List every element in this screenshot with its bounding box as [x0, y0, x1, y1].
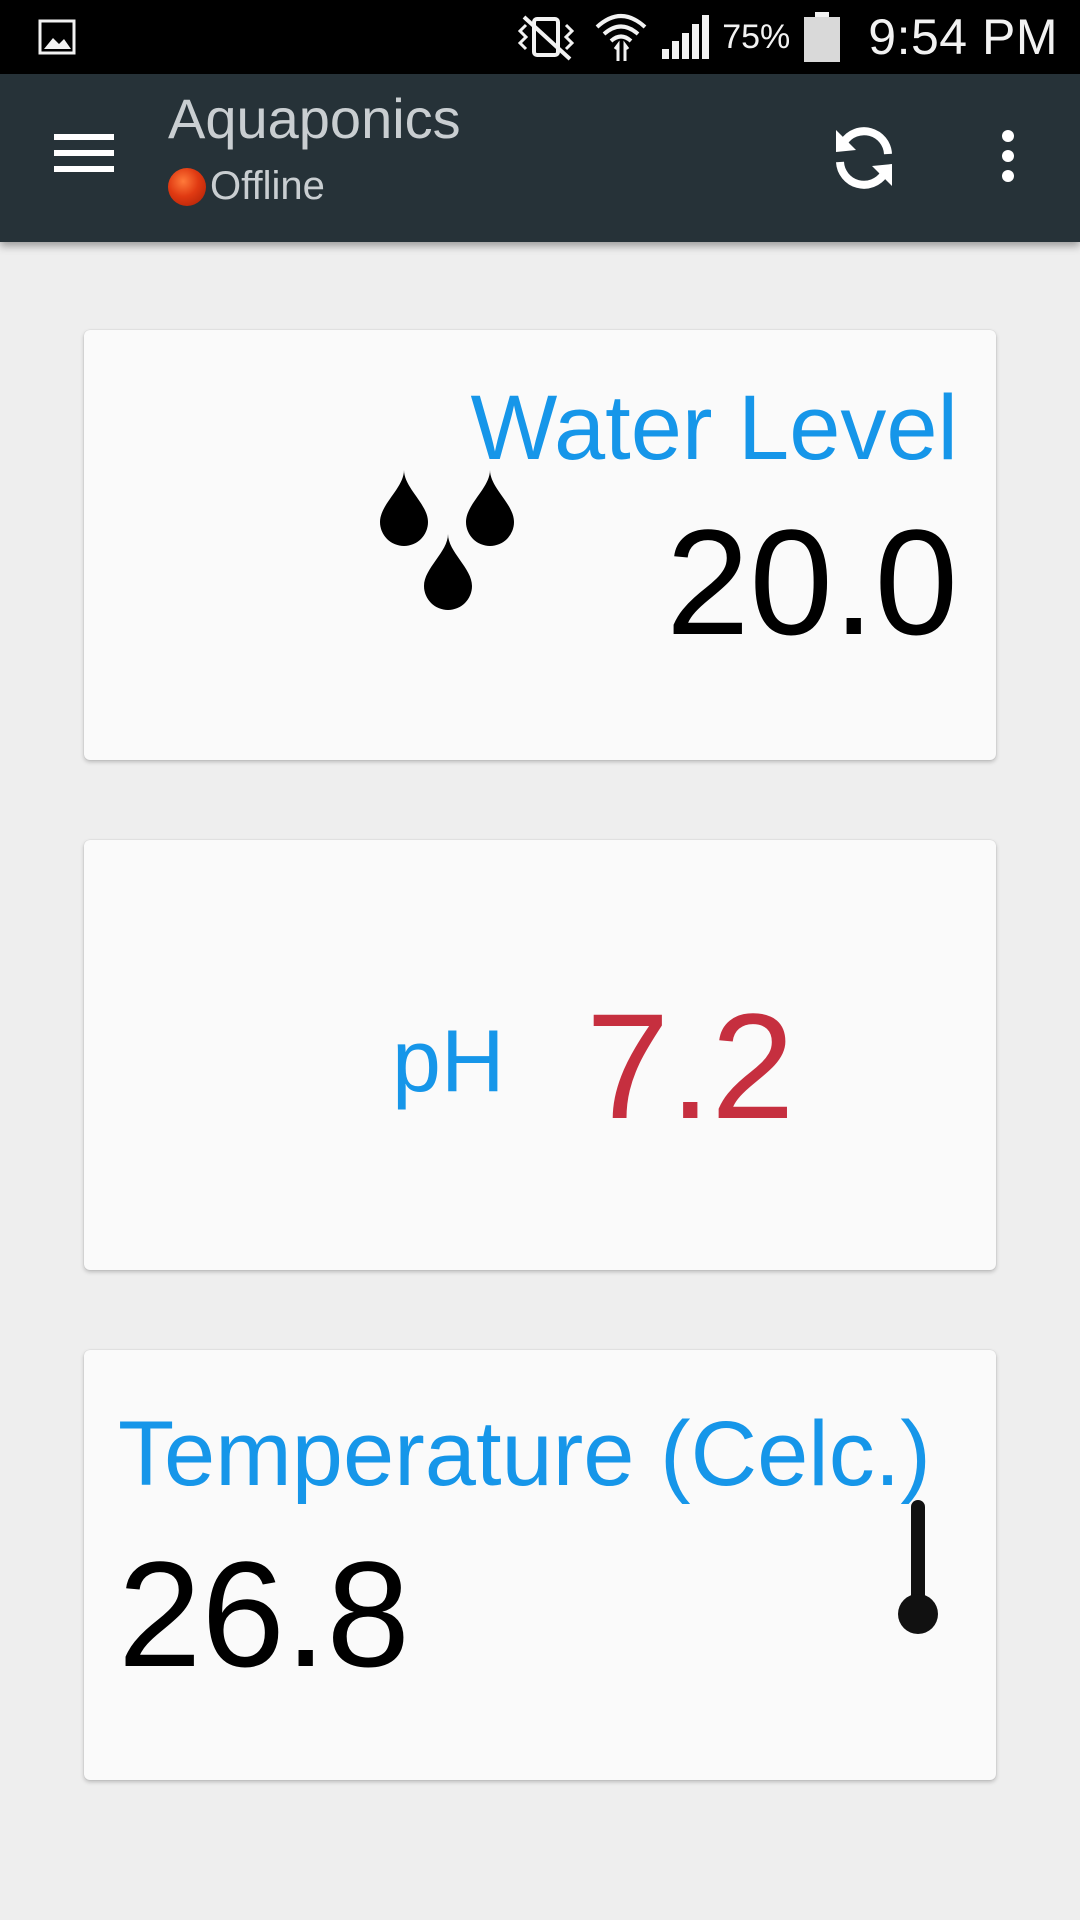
ph-value: 7.2 [586, 982, 795, 1150]
battery-percent: 75% [722, 17, 791, 56]
water-drops-icon [374, 470, 520, 627]
battery-icon [802, 11, 842, 63]
temperature-card[interactable]: Temperature (Celc.) 26.8 [84, 1350, 996, 1780]
connection-status-text: Offline [210, 164, 325, 208]
water-level-card[interactable]: Water Level 20.0 [84, 330, 996, 760]
clock: 9:54 PM [868, 9, 1058, 65]
gallery-icon [38, 18, 76, 61]
temperature-value: 26.8 [118, 1530, 410, 1698]
thermometer-icon [896, 1498, 940, 1643]
status-dot-icon [168, 167, 206, 206]
ph-card[interactable]: pH 7.2 [84, 840, 996, 1270]
overflow-menu-icon[interactable] [996, 130, 1020, 186]
signal-icon [660, 13, 710, 61]
app-bar: Aquaponics Offline [0, 74, 1080, 242]
app-title: Aquaponics [168, 87, 461, 150]
water-level-label: Water Level [470, 377, 958, 479]
vibrate-mute-icon [510, 13, 582, 61]
ph-label: pH [392, 1011, 505, 1110]
connection-status: Offline [168, 164, 325, 209]
menu-icon[interactable] [54, 134, 114, 180]
water-level-value: 20.0 [666, 498, 958, 666]
status-bar: 75% 9:54 PM [0, 0, 1080, 74]
temperature-label: Temperature (Celc.) [118, 1403, 931, 1505]
status-icons: 75% 9:54 PM [498, 0, 1058, 74]
wifi-icon [594, 11, 648, 63]
refresh-icon[interactable] [826, 120, 902, 201]
